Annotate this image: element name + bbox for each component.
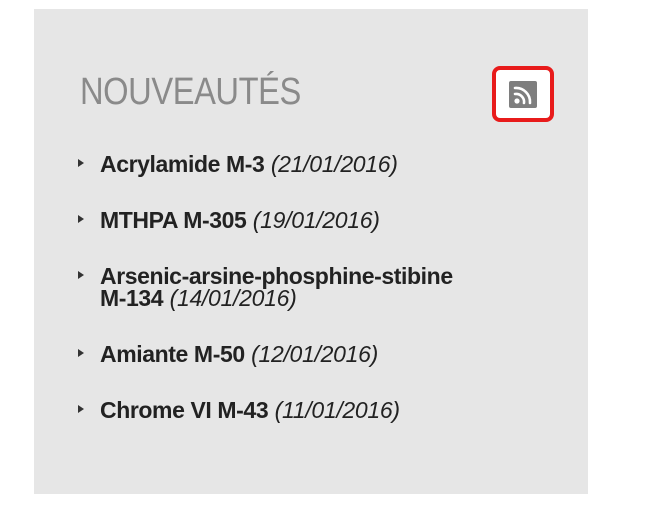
- item-name[interactable]: Acrylamide M-3: [100, 151, 265, 177]
- section-title: NOUVEAUTÉS: [80, 71, 301, 113]
- list-item-text[interactable]: Acrylamide M-3 (21/01/2016): [100, 151, 398, 177]
- item-date: (19/01/2016): [252, 207, 380, 233]
- news-panel: NOUVEAUTÉS Acrylamide M-3 (21/01/2016) M…: [34, 9, 588, 494]
- list-item-text[interactable]: Chrome VI M-43 (11/01/2016): [100, 397, 400, 423]
- item-name[interactable]: MTHPA M-305: [100, 207, 247, 233]
- list-item-text[interactable]: Arsenic-arsine-phosphine-stibine M-134 (…: [100, 265, 453, 311]
- item-date: (12/01/2016): [251, 341, 378, 367]
- triangle-right-icon: [78, 271, 84, 279]
- triangle-right-icon: [78, 405, 84, 413]
- triangle-right-icon: [78, 215, 84, 223]
- item-name-line2[interactable]: M-134: [100, 285, 164, 311]
- item-name[interactable]: Amiante M-50: [100, 341, 245, 367]
- item-date: (14/01/2016): [169, 285, 297, 311]
- triangle-right-icon: [78, 349, 84, 357]
- item-name[interactable]: Chrome VI M-43: [100, 397, 269, 423]
- list-item-text[interactable]: MTHPA M-305 (19/01/2016): [100, 207, 380, 233]
- rss-feed-icon: [509, 81, 537, 108]
- item-date: (11/01/2016): [274, 397, 400, 423]
- item-date: (21/01/2016): [270, 151, 398, 177]
- triangle-right-icon: [78, 159, 84, 167]
- list-item-text[interactable]: Amiante M-50 (12/01/2016): [100, 341, 378, 367]
- rss-feed-button[interactable]: [492, 66, 554, 122]
- rss-feed-icon-graphic: [513, 86, 532, 105]
- item-name-line1[interactable]: Arsenic-arsine-phosphine-stibine: [100, 265, 453, 288]
